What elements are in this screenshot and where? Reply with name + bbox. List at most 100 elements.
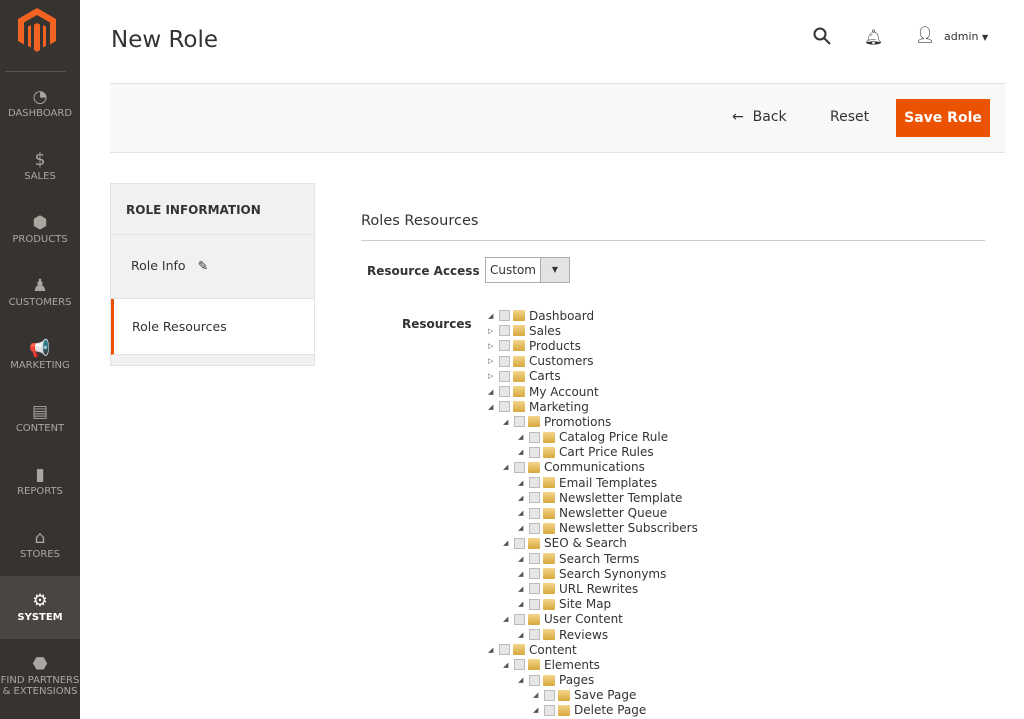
tab-role-resources[interactable]: Role Resources (111, 299, 314, 355)
nav-item-stores[interactable]: ⌂ STORES (0, 513, 80, 576)
collapsed-toggle-icon[interactable]: ▷ (488, 342, 499, 350)
nav-item-find[interactable]: ⬣ FIND PARTNERS & EXTENSIONS (0, 639, 80, 702)
tree-node-label[interactable]: Delete Page (574, 703, 646, 717)
expanded-toggle-icon[interactable]: ◢ (533, 706, 544, 714)
tree-node-label[interactable]: Elements (544, 658, 600, 672)
tree-node-label[interactable]: My Account (529, 385, 599, 399)
checkbox[interactable] (499, 310, 510, 322)
nav-item-dashboard[interactable]: ◔ DASHBOARD (0, 72, 80, 135)
checkbox[interactable] (529, 492, 540, 504)
checkbox[interactable] (544, 689, 555, 701)
tree-node-label[interactable]: Cart Price Rules (559, 445, 654, 459)
expanded-toggle-icon[interactable]: ◢ (518, 479, 529, 487)
checkbox[interactable] (514, 416, 525, 428)
reset-button[interactable]: Reset (830, 109, 869, 125)
nav-item-products[interactable]: ⬢ PRODUCTS (0, 198, 80, 261)
expanded-toggle-icon[interactable]: ◢ (503, 539, 514, 547)
user-menu[interactable]: admin ▼ (944, 30, 988, 43)
tree-node-label[interactable]: Email Templates (559, 476, 657, 490)
checkbox[interactable] (529, 583, 540, 595)
expanded-toggle-icon[interactable]: ◢ (488, 646, 499, 654)
expanded-toggle-icon[interactable]: ◢ (518, 524, 529, 532)
tree-node-label[interactable]: Catalog Price Rule (559, 430, 668, 444)
tree-node-label[interactable]: Customers (529, 354, 594, 368)
tree-node-label[interactable]: URL Rewrites (559, 582, 638, 596)
checkbox[interactable] (529, 431, 540, 443)
checkbox[interactable] (529, 568, 540, 580)
tree-node-label[interactable]: Site Map (559, 597, 611, 611)
tree-node-label[interactable]: SEO & Search (544, 536, 627, 550)
expanded-toggle-icon[interactable]: ◢ (518, 570, 529, 578)
expanded-toggle-icon[interactable]: ◢ (503, 463, 514, 471)
tree-node-label[interactable]: Reviews (559, 628, 608, 642)
tree-node-label[interactable]: User Content (544, 612, 623, 626)
expanded-toggle-icon[interactable]: ◢ (503, 661, 514, 669)
checkbox[interactable] (499, 370, 510, 382)
expanded-toggle-icon[interactable]: ◢ (533, 691, 544, 699)
expanded-toggle-icon[interactable]: ◢ (518, 585, 529, 593)
checkbox[interactable] (529, 629, 540, 641)
checkbox[interactable] (529, 446, 540, 458)
tree-node-label[interactable]: Newsletter Queue (559, 506, 667, 520)
tree-node-label[interactable]: Newsletter Subscribers (559, 521, 698, 535)
nav-item-reports[interactable]: ▮ REPORTS (0, 450, 80, 513)
expanded-toggle-icon[interactable]: ◢ (488, 388, 499, 396)
magento-logo[interactable] (18, 8, 56, 52)
save-role-button[interactable]: Save Role (896, 99, 990, 137)
checkbox[interactable] (529, 507, 540, 519)
checkbox[interactable] (529, 674, 540, 686)
bell-icon[interactable]: 🔔︎ (864, 28, 883, 46)
resource-access-select[interactable]: Custom ▼ (485, 257, 570, 283)
expanded-toggle-icon[interactable]: ◢ (503, 418, 514, 426)
expanded-toggle-icon[interactable]: ◢ (503, 615, 514, 623)
expanded-toggle-icon[interactable]: ◢ (518, 676, 529, 684)
checkbox[interactable] (514, 461, 525, 473)
tree-node-label[interactable]: Promotions (544, 415, 611, 429)
expanded-toggle-icon[interactable]: ◢ (518, 631, 529, 639)
tree-node-label[interactable]: Communications (544, 460, 645, 474)
checkbox[interactable] (529, 598, 540, 610)
tree-node-label[interactable]: Marketing (529, 400, 589, 414)
tree-node-label[interactable]: Pages (559, 673, 594, 687)
tree-node-label[interactable]: Search Synonyms (559, 567, 666, 581)
nav-item-sales[interactable]: $ SALES (0, 135, 80, 198)
checkbox[interactable] (499, 340, 510, 352)
expanded-toggle-icon[interactable]: ◢ (518, 433, 529, 441)
checkbox[interactable] (499, 386, 510, 398)
checkbox[interactable] (514, 537, 525, 549)
tree-node-label[interactable]: Save Page (574, 688, 636, 702)
checkbox[interactable] (529, 522, 540, 534)
expanded-toggle-icon[interactable]: ◢ (518, 448, 529, 456)
tree-node-label[interactable]: Sales (529, 324, 561, 338)
tree-node-label[interactable]: Search Terms (559, 552, 639, 566)
expanded-toggle-icon[interactable]: ◢ (488, 403, 499, 411)
checkbox[interactable] (544, 704, 555, 716)
tree-node-label[interactable]: Carts (529, 369, 561, 383)
back-button[interactable]: ← Back (732, 109, 787, 125)
checkbox[interactable] (499, 325, 510, 337)
checkbox[interactable] (514, 613, 525, 625)
expanded-toggle-icon[interactable]: ◢ (518, 600, 529, 608)
nav-item-marketing[interactable]: 📢 MARKETING (0, 324, 80, 387)
tree-node-label[interactable]: Products (529, 339, 581, 353)
nav-item-customers[interactable]: ♟ CUSTOMERS (0, 261, 80, 324)
tree-node-label[interactable]: Newsletter Template (559, 491, 682, 505)
expanded-toggle-icon[interactable]: ◢ (518, 509, 529, 517)
collapsed-toggle-icon[interactable]: ▷ (488, 327, 499, 335)
tab-role-info[interactable]: Role Info ✎ (111, 235, 314, 299)
tree-node-label[interactable]: Content (529, 643, 577, 657)
nav-item-content[interactable]: ▤ CONTENT (0, 387, 80, 450)
checkbox[interactable] (499, 644, 510, 656)
expanded-toggle-icon[interactable]: ◢ (518, 494, 529, 502)
expanded-toggle-icon[interactable]: ◢ (518, 555, 529, 563)
nav-item-system[interactable]: ⚙ SYSTEM (0, 576, 80, 639)
checkbox[interactable] (499, 355, 510, 367)
tree-node-label[interactable]: Dashboard (529, 309, 594, 323)
collapsed-toggle-icon[interactable]: ▷ (488, 357, 499, 365)
search-icon[interactable] (813, 27, 831, 50)
checkbox[interactable] (529, 477, 540, 489)
collapsed-toggle-icon[interactable]: ▷ (488, 372, 499, 380)
checkbox[interactable] (514, 659, 525, 671)
expanded-toggle-icon[interactable]: ◢ (488, 312, 499, 320)
checkbox[interactable] (499, 401, 510, 413)
